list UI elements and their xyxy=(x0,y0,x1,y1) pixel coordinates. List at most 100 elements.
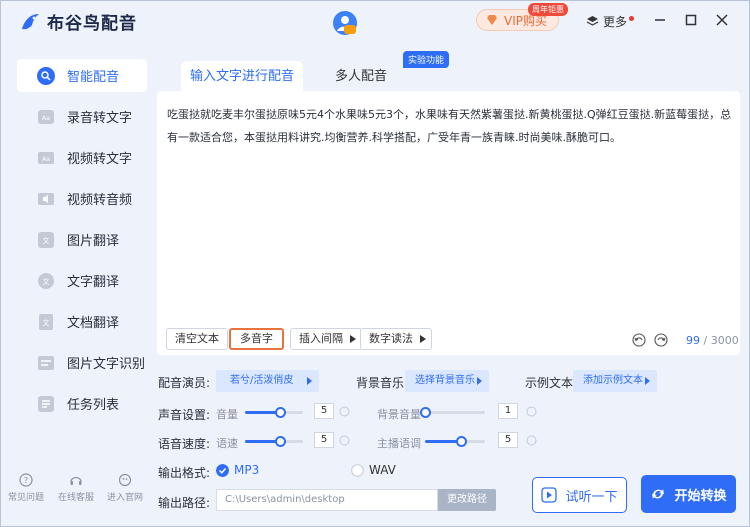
insert-pause-button[interactable]: 插入间隔 xyxy=(290,328,362,350)
bird-logo-icon xyxy=(22,13,39,29)
microphone-icon xyxy=(37,66,55,85)
dubbing-text-area[interactable]: 吃蛋挞就吃麦丰尔蛋挞原味5元4个水果味5元3个，水果味有天然紫薯蛋挞.新黄桃蛋挞… xyxy=(167,103,732,149)
undo-icon[interactable] xyxy=(632,333,646,347)
sidebar-item-doc-translate[interactable]: 文 文档翻译 xyxy=(17,305,147,338)
more-menu-button[interactable]: 更多 xyxy=(586,13,635,30)
caret-right-icon xyxy=(420,335,426,343)
online-service-label: 在线客服 xyxy=(57,493,94,503)
char-max: / 3000 xyxy=(703,334,739,347)
question-icon: ? xyxy=(19,473,33,487)
svg-text:文: 文 xyxy=(43,318,50,327)
bg-music-select[interactable]: 选择背景音乐 xyxy=(405,370,489,392)
sidebar-item-video-to-text[interactable]: Aa 视频转文字 xyxy=(17,141,147,174)
online-service-link[interactable]: 在线客服 xyxy=(52,473,100,503)
volume-value[interactable]: 5 xyxy=(314,403,334,419)
char-counter: 99 / 3000 xyxy=(686,334,739,347)
diamond-icon xyxy=(487,15,497,25)
caret-right-icon xyxy=(307,377,312,385)
preview-listen-button[interactable]: 试听一下 xyxy=(532,477,627,513)
convert-icon xyxy=(652,489,665,499)
app-logo: 布谷鸟配音 xyxy=(19,9,137,34)
svg-text:?: ? xyxy=(24,476,28,485)
char-count: 99 xyxy=(686,334,700,347)
pitch-label: 主播语调 xyxy=(377,437,421,450)
output-format-label: 输出格式: xyxy=(158,466,211,480)
speech-speed-label: 语音速度: xyxy=(158,437,211,451)
svg-text:文: 文 xyxy=(43,277,50,286)
app-title: 布谷鸟配音 xyxy=(47,14,137,34)
sidebar-item-label: 录音转文字 xyxy=(67,111,133,126)
rate-value[interactable]: 5 xyxy=(314,432,334,448)
mp3-radio[interactable] xyxy=(216,464,229,477)
sidebar-item-label: 任务列表 xyxy=(67,398,120,413)
start-convert-button[interactable]: 开始转换 xyxy=(641,475,736,513)
voice-actor-select[interactable]: 若兮/活泼俏皮 xyxy=(216,370,319,392)
sidebar-item-smart-dubbing[interactable]: 智能配音 xyxy=(17,59,147,92)
voice-actor-value: 若兮/活泼俏皮 xyxy=(230,375,294,386)
wav-radio[interactable] xyxy=(351,464,364,477)
volume-label: 音量 xyxy=(216,408,238,421)
tab-text-dubbing[interactable]: 输入文字进行配音 xyxy=(181,61,303,93)
maximize-icon[interactable] xyxy=(684,13,698,27)
redo-icon[interactable] xyxy=(654,333,668,347)
polyphone-button[interactable]: 多音字 xyxy=(229,328,284,350)
app-window: 布谷鸟配音 VIP购买 周年钜惠 更多 智能配音 Aa 录音转文字 Aa 视频转… xyxy=(0,0,750,527)
image-translate-icon: 文 xyxy=(38,231,54,248)
preview-listen-label: 试听一下 xyxy=(565,489,618,505)
sample-text-select[interactable]: 添加示例文本 xyxy=(573,370,657,392)
sidebar-item-ocr[interactable]: 图片文字识别 xyxy=(17,346,147,379)
rate-label: 语速 xyxy=(216,437,238,450)
sidebar-item-text-translate[interactable]: 文 文字翻译 xyxy=(17,264,147,297)
pitch-slider[interactable] xyxy=(425,436,485,447)
video-audio-icon xyxy=(38,192,54,205)
caret-right-icon xyxy=(477,377,482,385)
bg-volume-slider[interactable] xyxy=(420,407,485,418)
vip-level-badge xyxy=(344,25,356,34)
mp3-label: MP3 xyxy=(234,463,260,477)
sidebar-item-label: 文档翻译 xyxy=(67,316,120,331)
reset-icon[interactable] xyxy=(339,435,350,446)
rate-slider-knob[interactable] xyxy=(274,436,286,447)
reset-icon[interactable] xyxy=(339,406,350,417)
tab-multi-dubbing[interactable]: 多人配音 xyxy=(303,61,419,93)
change-path-button[interactable]: 更改路径 xyxy=(438,489,496,511)
output-path-input[interactable]: C:\Users\admin\desktop xyxy=(216,489,438,511)
rate-slider[interactable] xyxy=(245,436,303,447)
bg-volume-slider-knob[interactable] xyxy=(420,407,431,418)
sidebar-item-video-to-audio[interactable]: 视频转音频 xyxy=(17,182,147,215)
official-site-link[interactable]: 进入官网 xyxy=(101,473,149,503)
volume-slider-knob[interactable] xyxy=(274,407,286,418)
insert-pause-label: 插入间隔 xyxy=(299,332,343,345)
faq-link[interactable]: ? 常见问题 xyxy=(2,473,50,503)
sidebar-item-task-list[interactable]: 任务列表 xyxy=(17,387,147,420)
play-icon xyxy=(541,487,558,503)
volume-slider[interactable] xyxy=(245,407,303,418)
svg-text:Aa: Aa xyxy=(42,156,50,163)
minimize-icon[interactable] xyxy=(653,13,667,27)
document-translate-icon: 文 xyxy=(39,313,53,330)
task-list-icon xyxy=(38,395,54,412)
caret-right-icon xyxy=(645,377,650,385)
clear-text-button[interactable]: 清空文本 xyxy=(166,328,228,350)
sidebar-item-image-translate[interactable]: 文 图片翻译 xyxy=(17,223,147,256)
svg-text:文: 文 xyxy=(43,236,50,245)
close-icon[interactable] xyxy=(715,13,729,27)
pitch-value[interactable]: 5 xyxy=(498,432,518,448)
sidebar-item-label: 图片文字识别 xyxy=(67,357,146,372)
text-editor: 吃蛋挞就吃麦丰尔蛋挞原味5元4个水果味5元3个，水果味有天然紫薯蛋挞.新黄桃蛋挞… xyxy=(157,91,740,355)
number-reading-button[interactable]: 数字读法 xyxy=(360,328,432,350)
sound-settings-label: 声音设置: xyxy=(158,408,211,422)
reset-icon[interactable] xyxy=(526,435,537,446)
sample-text-value: 添加示例文本 xyxy=(583,375,643,386)
pitch-slider-knob[interactable] xyxy=(456,436,467,447)
notification-dot xyxy=(629,16,635,21)
bg-volume-value[interactable]: 1 xyxy=(498,403,518,419)
sidebar-item-label: 视频转音频 xyxy=(67,193,133,208)
sidebar-item-audio-to-text[interactable]: Aa 录音转文字 xyxy=(17,100,147,133)
experimental-badge: 实验功能 xyxy=(403,51,450,68)
official-site-label: 进入官网 xyxy=(106,493,143,503)
video-text-icon: Aa xyxy=(38,151,54,164)
wav-label: WAV xyxy=(369,463,396,477)
reset-icon[interactable] xyxy=(526,406,537,417)
sidebar-item-label: 智能配音 xyxy=(67,70,120,85)
